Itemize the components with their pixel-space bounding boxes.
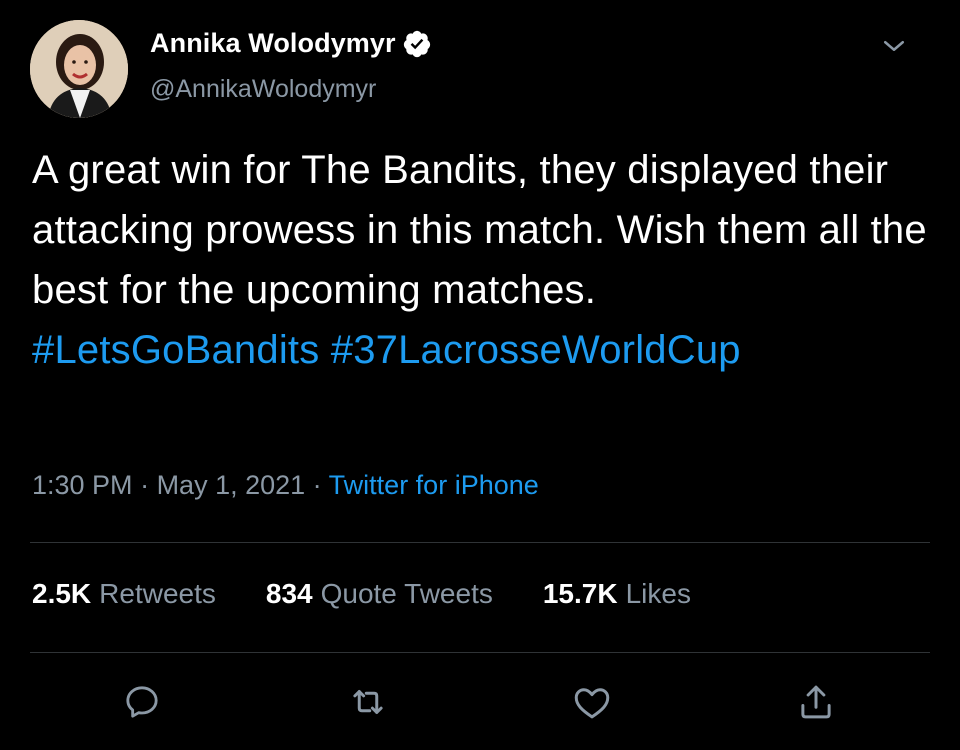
divider <box>30 652 930 653</box>
likes-stat[interactable]: 15.7K Likes <box>543 578 691 610</box>
quote-tweets-stat[interactable]: 834 Quote Tweets <box>266 578 493 610</box>
tweet-text: A great win for The Bandits, they displa… <box>32 140 932 380</box>
tweet-body: A great win for The Bandits, they displa… <box>32 148 927 312</box>
like-button[interactable] <box>570 680 614 724</box>
retweets-label: Retweets <box>99 578 216 609</box>
user-handle[interactable]: @AnnikaWolodymyr <box>150 75 376 104</box>
retweet-icon <box>353 690 383 714</box>
divider <box>30 542 930 543</box>
reply-icon <box>126 686 158 718</box>
tweet-time[interactable]: 1:30 PM <box>32 470 133 500</box>
share-button[interactable] <box>794 680 838 724</box>
retweet-button[interactable] <box>346 680 390 724</box>
avatar[interactable] <box>30 20 128 118</box>
retweets-stat[interactable]: 2.5K Retweets <box>32 578 216 610</box>
tweet-source-link[interactable]: Twitter for iPhone <box>329 470 539 500</box>
tweet-detail: Annika Wolodymyr @AnnikaWolodymyr A grea… <box>0 0 960 750</box>
avatar-image <box>30 20 128 118</box>
like-icon <box>574 688 610 719</box>
reply-button[interactable] <box>120 680 164 724</box>
retweets-count: 2.5K <box>32 578 92 609</box>
tweet-date[interactable]: May 1, 2021 <box>157 470 306 500</box>
verified-badge-icon <box>402 29 432 59</box>
meta-separator: · <box>305 470 329 500</box>
name-row: Annika Wolodymyr <box>150 28 432 59</box>
display-name[interactable]: Annika Wolodymyr <box>150 28 396 59</box>
quote-tweets-count: 834 <box>265 578 313 609</box>
likes-count: 15.7K <box>542 578 618 609</box>
meta-separator: · <box>132 470 157 500</box>
hashtag-link[interactable]: #37LacrosseWorldCup <box>331 328 741 372</box>
tweet-stats: 2.5K Retweets 834 Quote Tweets 15.7K Likes <box>32 578 691 610</box>
likes-label: Likes <box>625 578 691 609</box>
chevron-down-icon[interactable] <box>876 28 912 64</box>
hashtag-list: #LetsGoBandits #37LacrosseWorldCup <box>32 320 932 380</box>
quote-tweets-label: Quote Tweets <box>320 578 493 609</box>
tweet-meta: 1:30 PM · May 1, 2021 · Twitter for iPho… <box>32 470 539 501</box>
share-icon <box>801 685 831 719</box>
hashtag-link[interactable]: #LetsGoBandits <box>32 328 319 372</box>
